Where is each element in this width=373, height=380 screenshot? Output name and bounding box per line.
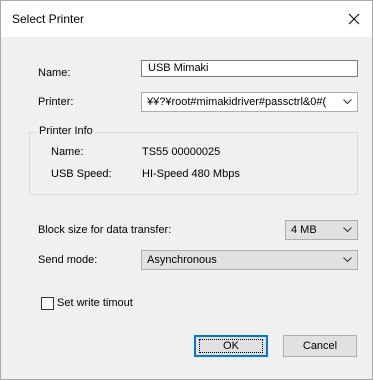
chevron-down-icon <box>341 221 353 239</box>
dialog-title: Select Printer <box>12 12 85 26</box>
info-name-label: Name: <box>51 146 84 158</box>
printer-select[interactable]: ¥¥?¥root#mimakidriver#passctrl&0#( <box>141 92 358 112</box>
usb-speed-label: USB Speed: <box>51 168 112 180</box>
select-printer-dialog: Select Printer Name: USB Mimaki Printer:… <box>0 0 373 380</box>
usb-speed-value: HI-Speed 480 Mbps <box>142 168 240 180</box>
info-name-value: TS55 00000025 <box>142 146 221 158</box>
write-timeout-label[interactable]: Set write timout <box>57 297 133 309</box>
ok-button[interactable]: OK <box>194 335 268 357</box>
chevron-down-icon <box>341 93 353 111</box>
printer-select-value: ¥¥?¥root#mimakidriver#passctrl&0#( <box>147 96 327 108</box>
printer-info-title: Printer Info <box>37 125 95 137</box>
cancel-button[interactable]: Cancel <box>283 335 357 357</box>
send-mode-value: Asynchronous <box>147 254 217 266</box>
cancel-button-label: Cancel <box>302 340 338 352</box>
close-icon <box>348 13 360 25</box>
name-label: Name: <box>38 67 71 79</box>
dialog-body: Name: USB Mimaki Printer: ¥¥?¥root#mimak… <box>1 37 372 379</box>
block-size-value: 4 MB <box>291 224 317 236</box>
block-size-label: Block size for data transfer: <box>38 224 172 236</box>
printer-label: Printer: <box>38 96 74 108</box>
close-button[interactable] <box>336 1 372 37</box>
chevron-down-icon <box>341 251 353 269</box>
focus-rectangle <box>199 339 263 353</box>
write-timeout-checkbox[interactable] <box>41 297 54 310</box>
title-bar[interactable]: Select Printer <box>1 1 372 37</box>
send-mode-label: Send mode: <box>38 254 98 266</box>
printer-info-group <box>29 132 358 195</box>
send-mode-select[interactable]: Asynchronous <box>141 250 358 270</box>
name-input[interactable]: USB Mimaki <box>141 60 358 77</box>
block-size-select[interactable]: 4 MB <box>285 220 358 240</box>
